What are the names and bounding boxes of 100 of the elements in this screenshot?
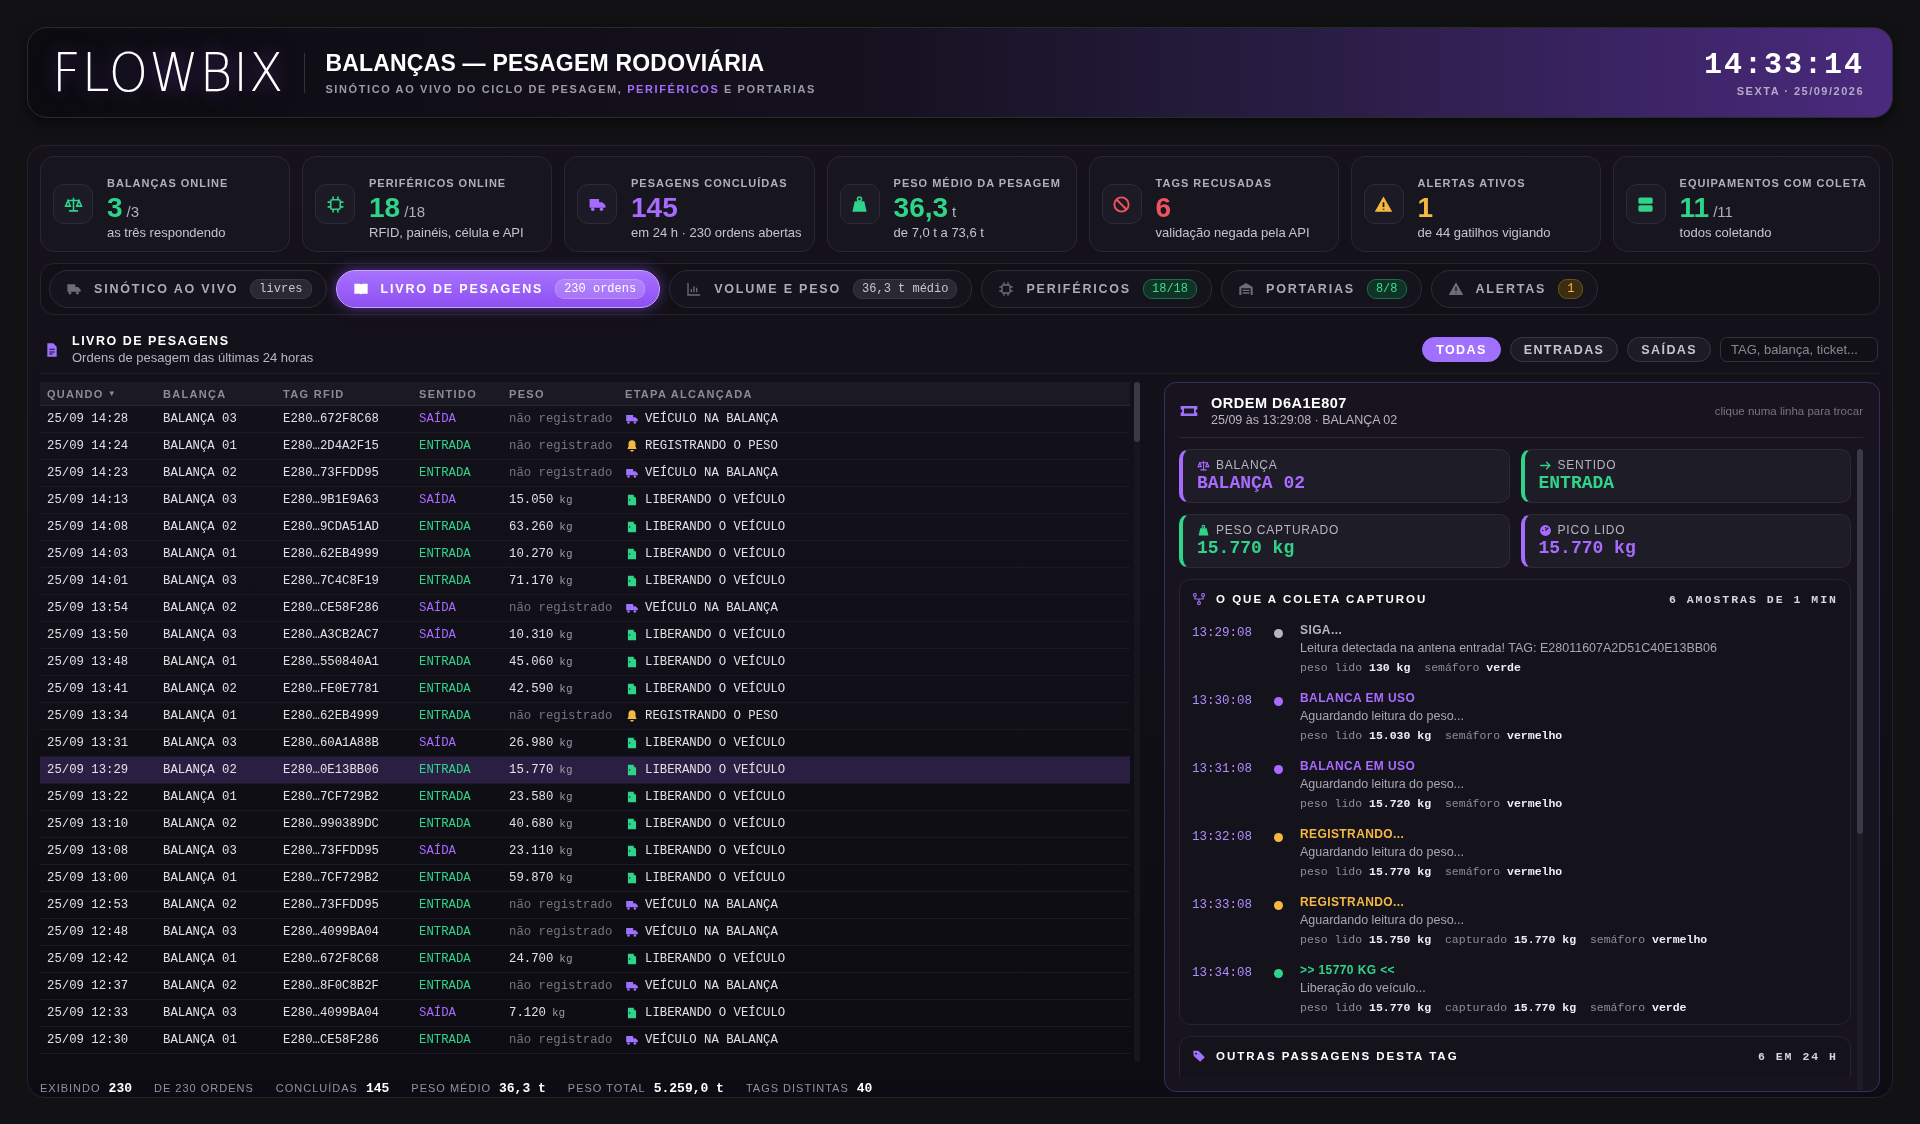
table-row[interactable]: 25/09 14:08 BALANÇA 02 E280…9CDA51AD ENTRADA 63.260 kg LIBERANDO O VEÍCULO (40, 514, 1130, 541)
tab[interactable]: SINÓTICO AO VIVO livres (49, 270, 327, 308)
table-row[interactable]: 25/09 12:33 BALANÇA 03 E280…4099BA04 SAÍDA 7.120 kg LIBERANDO O VEÍCULO (40, 1000, 1130, 1027)
weight-unit: kg (559, 953, 573, 965)
door-icon (625, 682, 639, 696)
table-row[interactable]: 25/09 12:42 BALANÇA 01 E280…672F8C68 ENTRADA 24.700 kg LIBERANDO O VEÍCULO (40, 946, 1130, 973)
table-row[interactable]: 25/09 14:24 BALANÇA 01 E280…2D4A2F15 ENTRADA não registrado REGISTRANDO O PESO (40, 433, 1130, 460)
weight-missing: não registrado (509, 925, 613, 939)
column-header[interactable]: BALANÇA (163, 387, 283, 400)
tab[interactable]: VOLUME E PESO 36,3 t médio (669, 270, 973, 308)
table-row[interactable]: 25/09 14:01 BALANÇA 03 E280…7C4C8F19 ENTRADA 71.170 kg LIBERANDO O VEÍCULO (40, 568, 1130, 595)
direction-label: ENTRADA (419, 439, 472, 453)
table-cell-text: 25/09 12:48 (47, 925, 130, 939)
panel-title: O QUE A COLETA CAPTUROU (1216, 593, 1428, 605)
stat-note: todos coletando (1679, 225, 1773, 240)
column-header[interactable]: TAG RFID (283, 387, 419, 400)
stat-note: RFID, painéis, célula e API (369, 225, 524, 240)
weight-unit: kg (559, 764, 573, 776)
scrollbar[interactable] (1857, 449, 1863, 1091)
tab[interactable]: LIVRO DE PESAGENS 230 ordens (335, 270, 661, 308)
table-cell-text: 25/09 13:08 (47, 844, 130, 858)
table-row[interactable]: 25/09 14:28 BALANÇA 03 E280…672F8C68 SAÍDA não registrado VEÍCULO NA BALANÇA (40, 406, 1130, 433)
weight-missing: não registrado (509, 979, 613, 993)
direction-label: ENTRADA (419, 871, 472, 885)
filter-chip[interactable]: ENTRADAS (1509, 337, 1619, 362)
page-subtitle: SINÓTICO AO VIVO DO CICLO DE PESAGEM, PERIFÉRICOS E PORTARIAS (325, 83, 816, 95)
table-cell-text: E280…2D4A2F15 (283, 439, 380, 453)
table-row[interactable]: 25/09 13:54 BALANÇA 02 E280…CE58F286 SAÍDA não registrado VEÍCULO NA BALANÇA (40, 595, 1130, 622)
door-icon (625, 817, 639, 831)
stat-label: ALERTAS ATIVOS (1417, 177, 1527, 189)
stage-label: VEÍCULO NA BALANÇA (645, 1033, 778, 1047)
weight-value: 63.260 (509, 520, 554, 534)
sample-time: 13:34:08 (1192, 965, 1253, 982)
table-row[interactable]: 25/09 12:30 BALANÇA 01 E280…CE58F286 ENTRADA não registrado VEÍCULO NA BALANÇA (40, 1027, 1130, 1054)
sample-message: Aguardando leitura do peso... (1300, 913, 1465, 927)
table-cell-text: 25/09 12:30 (47, 1033, 130, 1047)
table-row[interactable]: 25/09 12:53 BALANÇA 02 E280…73FFDD95 ENTRADA não registrado VEÍCULO NA BALANÇA (40, 892, 1130, 919)
nodes-icon (1192, 592, 1206, 606)
table-cell-text: BALANÇA 01 (163, 439, 238, 453)
stage-label: VEÍCULO NA BALANÇA (645, 412, 778, 426)
table-cell-text: E280…73FFDD95 (283, 466, 380, 480)
filter-chip[interactable]: SAÍDAS (1627, 337, 1711, 362)
chip-icon (325, 194, 345, 214)
table-row[interactable]: 25/09 13:41 BALANÇA 02 E280…FE0E7781 ENTRADA 42.590 kg LIBERANDO O VEÍCULO (40, 676, 1130, 703)
search-field[interactable]: TAG, balança, ticket... (1720, 337, 1878, 362)
scrollbar[interactable] (1134, 382, 1140, 1062)
truck-icon (625, 466, 639, 480)
weight-value: 23.110 (509, 844, 554, 858)
table-row[interactable]: 25/09 13:10 BALANÇA 02 E280…990389DC ENTRADA 40.680 kg LIBERANDO O VEÍCULO (40, 811, 1130, 838)
tab[interactable]: PORTARIAS 8/8 (1221, 270, 1422, 308)
table-row[interactable]: 25/09 14:03 BALANÇA 01 E280…62EB4999 ENTRADA 10.270 kg LIBERANDO O VEÍCULO (40, 541, 1130, 568)
stage-label: REGISTRANDO O PESO (645, 439, 778, 453)
tab-badge: 8/8 (1366, 279, 1407, 299)
bell-icon (625, 439, 639, 453)
table-row[interactable]: 25/09 13:29 BALANÇA 02 E280…0E13BB06 ENTRADA 15.770 kg LIBERANDO O VEÍCULO (40, 757, 1130, 784)
table-row[interactable]: 25/09 12:37 BALANÇA 02 E280…8F0C8B2F ENTRADA não registrado VEÍCULO NA BALANÇA (40, 973, 1130, 1000)
direction-label: ENTRADA (419, 574, 472, 588)
column-header[interactable]: PESO (509, 387, 625, 400)
stat-value: 11 (1679, 192, 1710, 224)
column-header[interactable]: QUANDO ▼ (47, 387, 163, 400)
table-cell-text: 25/09 14:28 (47, 412, 130, 426)
table-cell-text: E280…CE58F286 (283, 601, 380, 615)
table-row[interactable]: 25/09 14:23 BALANÇA 02 E280…73FFDD95 ENTRADA não registrado VEÍCULO NA BALANÇA (40, 460, 1130, 487)
stage-label: LIBERANDO O VEÍCULO (645, 790, 786, 804)
direction-label: ENTRADA (419, 655, 472, 669)
tab[interactable]: PERIFÉRICOS 18/18 (981, 270, 1213, 308)
truck-icon (625, 979, 639, 993)
table-row[interactable]: 25/09 13:08 BALANÇA 03 E280…73FFDD95 SAÍDA 23.110 kg LIBERANDO O VEÍCULO (40, 838, 1130, 865)
table-row[interactable]: 25/09 13:00 BALANÇA 01 E280…7CF729B2 ENTRADA 59.870 kg LIBERANDO O VEÍCULO (40, 865, 1130, 892)
info-label: BALANÇA (1216, 458, 1278, 472)
stat-value: 18 (369, 192, 401, 224)
table-cell-text: BALANÇA 03 (163, 574, 238, 588)
table-row[interactable]: 25/09 13:48 BALANÇA 01 E280…550840A1 ENTRADA 45.060 kg LIBERANDO O VEÍCULO (40, 649, 1130, 676)
stage-label: LIBERANDO O VEÍCULO (645, 628, 786, 642)
bar-chart-icon (686, 281, 703, 297)
table-cell-text: E280…990389DC (283, 817, 380, 831)
stage-label: LIBERANDO O VEÍCULO (645, 763, 786, 777)
column-header[interactable]: SENTIDO (419, 387, 509, 400)
table-row[interactable]: 25/09 13:22 BALANÇA 01 E280…7CF729B2 ENTRADA 23.580 kg LIBERANDO O VEÍCULO (40, 784, 1130, 811)
book-icon (352, 281, 369, 297)
stat-label: EQUIPAMENTOS COM COLETA (1679, 177, 1867, 189)
stage-label: VEÍCULO NA BALANÇA (645, 898, 778, 912)
table-row[interactable]: 25/09 13:50 BALANÇA 03 E280…A3CB2AC7 SAÍDA 10.310 kg LIBERANDO O VEÍCULO (40, 622, 1130, 649)
tab[interactable]: ALERTAS 1 (1430, 270, 1599, 308)
truck-icon (625, 1033, 639, 1047)
direction-label: ENTRADA (419, 709, 472, 723)
table-cell-text: BALANÇA 01 (163, 871, 238, 885)
direction-label: SAÍDA (419, 1006, 457, 1020)
column-header[interactable]: ETAPA ALCANÇADA (625, 387, 1130, 400)
table-row[interactable]: 25/09 12:48 BALANÇA 03 E280…4099BA04 ENTRADA não registrado VEÍCULO NA BALANÇA (40, 919, 1130, 946)
weight-unit: kg (559, 656, 573, 668)
sample-status: BALANCA EM USO (1300, 691, 1417, 705)
footer-label: EXIBINDO (40, 1082, 101, 1094)
weight-missing: não registrado (509, 439, 613, 453)
table-row[interactable]: 25/09 14:13 BALANÇA 03 E280…9B1E9A63 SAÍDA 15.050 kg LIBERANDO O VEÍCULO (40, 487, 1130, 514)
footer-label: PESO TOTAL (567, 1082, 646, 1094)
weight-missing: não registrado (509, 898, 613, 912)
table-row[interactable]: 25/09 13:34 BALANÇA 01 E280…62EB4999 ENTRADA não registrado REGISTRANDO O PESO (40, 703, 1130, 730)
sample-time: 13:29:08 (1192, 625, 1253, 642)
table-cell-text: 25/09 14:13 (47, 493, 130, 507)
